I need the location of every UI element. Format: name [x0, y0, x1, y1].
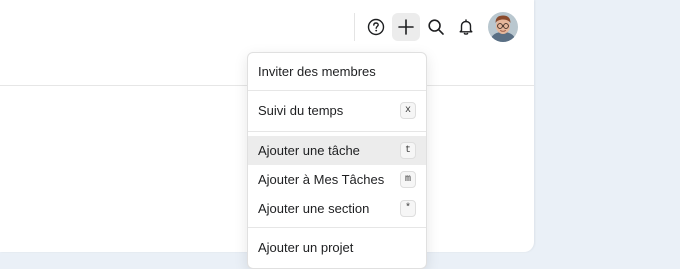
- menu-item-label: Ajouter un projet: [258, 240, 354, 255]
- menu-divider: [248, 131, 426, 132]
- menu-item-label: Ajouter une tâche: [258, 143, 360, 158]
- avatar[interactable]: [488, 12, 518, 42]
- plus-icon: [398, 19, 414, 35]
- menu-item-time-tracking[interactable]: Suivi du temps x: [248, 96, 426, 125]
- shortcut-badge: t: [399, 142, 416, 159]
- shortcut-badge: *: [399, 200, 416, 217]
- menu-item-label: Ajouter à Mes Tâches: [258, 172, 385, 187]
- shortcut-badge: m: [399, 171, 416, 188]
- menu-divider: [248, 227, 426, 228]
- menu-item-add-section[interactable]: Ajouter une section *: [248, 194, 426, 223]
- shortcut-badge: x: [399, 102, 416, 119]
- menu-divider: [248, 90, 426, 91]
- menu-item-add-task[interactable]: Ajouter une tâche t: [248, 136, 426, 165]
- create-menu: Inviter des membres Suivi du temps x Ajo…: [247, 52, 427, 269]
- create-button[interactable]: [392, 13, 420, 41]
- search-icon: [428, 19, 444, 35]
- menu-item-label: Suivi du temps: [258, 103, 344, 118]
- user-avatar-icon: [488, 12, 518, 42]
- toolbar-separator: [354, 13, 355, 41]
- bell-icon: [459, 19, 473, 35]
- help-icon: [367, 18, 385, 36]
- menu-item-label: Ajouter une section: [258, 201, 370, 216]
- help-button[interactable]: [362, 13, 390, 41]
- menu-item-invite-members[interactable]: Inviter des membres: [248, 57, 426, 86]
- search-button[interactable]: [422, 13, 450, 41]
- notifications-button[interactable]: [452, 13, 480, 41]
- menu-item-add-project[interactable]: Ajouter un projet: [248, 233, 426, 262]
- menu-item-add-to-my-tasks[interactable]: Ajouter à Mes Tâches m: [248, 165, 426, 194]
- menu-item-label: Inviter des membres: [258, 64, 376, 79]
